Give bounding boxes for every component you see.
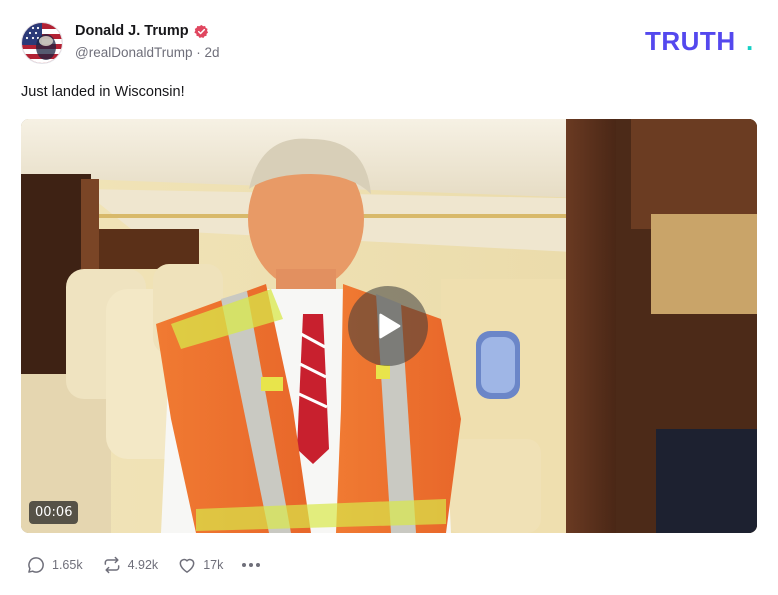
post-timestamp[interactable]: 2d (205, 45, 220, 60)
repost-icon (104, 556, 120, 574)
author-block: Donald J. Trump @realDonaldTrump · 2d (75, 20, 220, 60)
dot (242, 563, 247, 567)
reply-count: 1.65k (52, 558, 83, 572)
video-player[interactable]: 00:06 (21, 119, 757, 533)
flag-portrait-icon (22, 23, 62, 63)
verified-badge-icon (193, 24, 209, 39)
dot (249, 563, 254, 567)
truth-logo[interactable]: TRUTH . (645, 26, 757, 56)
heart-icon (179, 558, 195, 573)
like-button[interactable]: 17k (177, 555, 223, 575)
author-meta: @realDonaldTrump · 2d (75, 45, 220, 60)
reply-button[interactable]: 1.65k (26, 555, 83, 575)
author-handle[interactable]: @realDonaldTrump (75, 45, 193, 60)
post-header: Donald J. Trump @realDonaldTrump · 2d TR… (21, 20, 757, 66)
reply-bubble-icon (28, 557, 44, 573)
svg-text:.: . (746, 28, 753, 54)
truth-logo-icon: TRUTH . (645, 26, 753, 56)
meta-separator: · (196, 45, 201, 60)
svg-text:TRUTH: TRUTH (645, 28, 736, 54)
dot (256, 563, 261, 567)
play-button[interactable] (348, 286, 428, 366)
play-icon (379, 313, 401, 339)
like-count: 17k (203, 558, 224, 572)
author-display-name[interactable]: Donald J. Trump (75, 23, 189, 39)
repost-count: 4.92k (127, 558, 159, 572)
more-options-icon[interactable] (242, 554, 261, 576)
avatar[interactable] (21, 22, 63, 64)
repost-button[interactable]: 4.92k (102, 555, 159, 575)
video-duration: 00:06 (29, 501, 79, 524)
post-actions: 1.65k 4.92k 17k (26, 554, 261, 576)
post-text: Just landed in Wisconsin! (21, 84, 185, 100)
